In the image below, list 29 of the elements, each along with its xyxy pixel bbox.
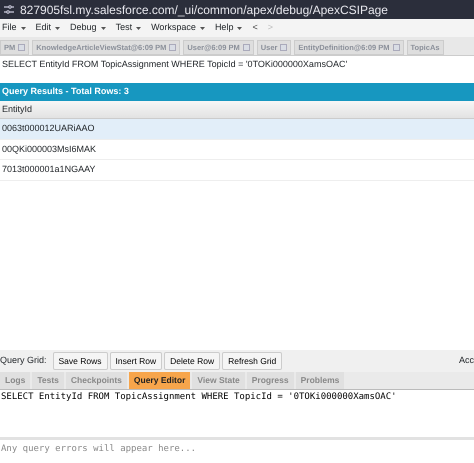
table-cell[interactable]: 00QKi000003MsI6MAK [0, 140, 474, 160]
caret-icon[interactable] [136, 26, 142, 30]
query-text: SELECT EntityId FROM TopicAssignment WHERE TopicId = '0TOKi000000XamsOAC' [1, 58, 348, 71]
site-settings-icon[interactable] [4, 5, 14, 14]
panel-tab[interactable]: Query Editor [128, 372, 190, 389]
caret-icon[interactable] [200, 26, 205, 30]
menu-item[interactable]: Edit [36, 21, 60, 35]
error-output: Any query errors will appear here... [0, 443, 198, 456]
toolbar-button[interactable]: Insert Row [110, 352, 162, 370]
toolbar-button[interactable]: Save Rows [52, 352, 108, 370]
menu-item[interactable]: File [2, 21, 26, 35]
toolbar-label: Acc [458, 354, 474, 368]
menu-item[interactable]: Workspace [151, 21, 205, 35]
toolbar-label: Query Grid: [0, 354, 47, 368]
toolbar-button[interactable]: Delete Row [164, 352, 220, 370]
caret-icon[interactable] [237, 26, 242, 30]
caret-icon[interactable] [55, 26, 60, 30]
results-header: Query Results - Total Rows: 3 [0, 83, 474, 100]
column-header[interactable]: EntityId [0, 100, 474, 119]
nav-button[interactable]: < [252, 21, 258, 35]
url-text[interactable]: 827905fsl.my.salesforce.com/_ui/common/apex/debug/ApexCSIPage [20, 0, 388, 18]
menu-item[interactable]: Help [214, 21, 242, 35]
caret-icon[interactable] [100, 26, 106, 30]
menu-item[interactable]: Debug [70, 21, 106, 35]
toolbar-button[interactable]: Refresh Grid [222, 352, 282, 370]
table-cell[interactable]: 0063t000012UARiAAO [0, 119, 474, 140]
caret-icon[interactable] [20, 26, 26, 30]
menu-item[interactable]: Test [116, 21, 142, 35]
query-editor[interactable]: SELECT EntityId FROM TopicAssignment WHERE TopicId = '0TOKi000000XamsOAC' [0, 390, 474, 440]
